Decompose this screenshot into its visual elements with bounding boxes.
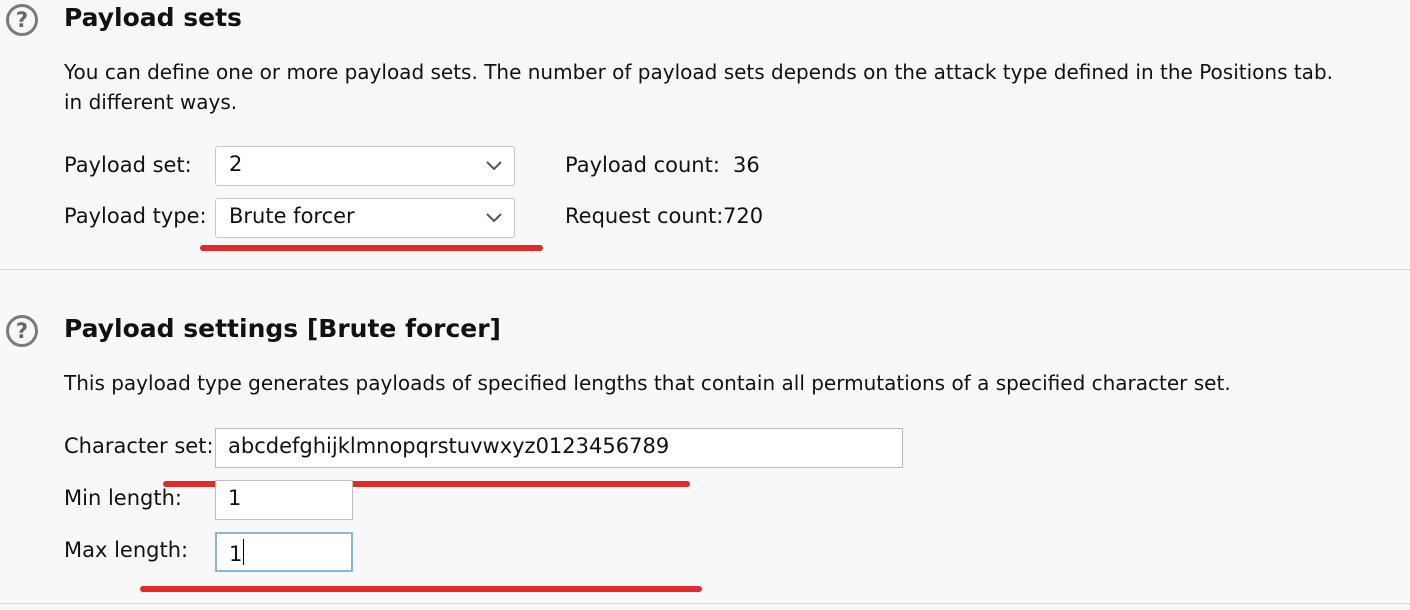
payload-sets-description-line-1: You can define one or more payload sets.… xyxy=(64,60,1333,84)
payload-settings-description: This payload type generates payloads of … xyxy=(64,371,1231,395)
chevron-down-icon xyxy=(486,161,502,171)
text-caret xyxy=(243,539,245,565)
min-length-value: 1 xyxy=(228,486,242,510)
max-length-value: 1 xyxy=(229,542,243,566)
request-count-value: 720 xyxy=(723,204,764,228)
max-length-value-container: 1 xyxy=(229,539,245,566)
section-divider xyxy=(0,269,1410,270)
payload-type-dropdown[interactable]: Brute forcer xyxy=(215,198,515,238)
payload-count-label: Payload count: xyxy=(565,153,720,177)
payload-set-label: Payload set: xyxy=(64,153,192,177)
bottom-divider xyxy=(0,603,1410,604)
request-count-label: Request count: xyxy=(565,204,724,228)
payload-type-underline-annotation xyxy=(200,245,543,251)
max-length-underline-annotation xyxy=(140,586,702,592)
payload-set-dropdown[interactable]: 2 xyxy=(215,146,515,186)
payload-settings-title: Payload settings [Brute forcer] xyxy=(64,314,501,343)
chevron-down-icon xyxy=(486,213,502,223)
payload-sets-title: Payload sets xyxy=(64,3,242,32)
payload-type-label: Payload type: xyxy=(64,204,207,228)
character-set-input[interactable]: abcdefghijklmnopqrstuvwxyz0123456789 xyxy=(215,428,903,468)
payload-sets-description-line-2: in different ways. xyxy=(64,90,238,114)
character-set-label: Character set: xyxy=(64,434,214,458)
help-icon[interactable]: ? xyxy=(6,4,38,36)
payload-type-value: Brute forcer xyxy=(229,204,355,228)
max-length-input[interactable]: 1 xyxy=(215,532,353,572)
min-length-label: Min length: xyxy=(64,486,182,510)
payload-set-value: 2 xyxy=(229,152,243,176)
max-length-label: Max length: xyxy=(64,538,189,562)
help-icon[interactable]: ? xyxy=(6,315,38,347)
character-set-value: abcdefghijklmnopqrstuvwxyz0123456789 xyxy=(228,434,670,458)
min-length-input[interactable]: 1 xyxy=(215,480,353,520)
payload-count-value: 36 xyxy=(733,153,760,177)
